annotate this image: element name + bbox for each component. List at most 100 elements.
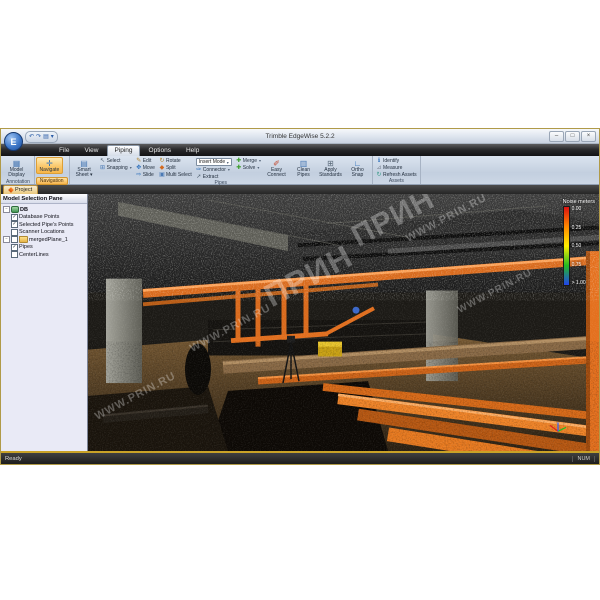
ribbon-button-smart-sheet[interactable]: ▤Smart Sheet ▾ (71, 157, 98, 179)
ribbon-group-body: ▤Smart Sheet ▾↖Select⊞Snapping▾✎Edit✥Mov… (71, 157, 371, 180)
split-icon: ◆ (159, 165, 165, 171)
chevron-down-icon: ▾ (130, 165, 132, 170)
ribbon-group-assets: ℹIdentify⊿Measure↻Refresh AssetsAssets (373, 156, 421, 184)
database-icon (11, 206, 19, 213)
ribbon-button-easy-connect[interactable]: ✐Easy Connect (263, 157, 290, 179)
checkbox[interactable] (11, 251, 18, 258)
tree-item-selected-pipe-s-points[interactable]: ✓Selected Pipe's Points (3, 221, 87, 229)
close-button[interactable]: × (581, 131, 596, 142)
ribbon-column: ✚Merge▾✚Solve▾ (234, 157, 263, 180)
tab-piping[interactable]: Piping (107, 145, 139, 156)
document-tab-strip: Project (1, 185, 599, 194)
expander-icon[interactable]: − (3, 206, 10, 213)
expander-icon[interactable]: − (3, 236, 10, 243)
ribbon-column: Insert Mode▾✑Connector▾➚Extract (194, 157, 234, 180)
ribbon-column: ✐Easy Connect (263, 157, 290, 180)
ribbon-button-split[interactable]: ◆Split (157, 164, 194, 171)
sidebar-header: Model Selection Pane (1, 194, 87, 204)
tree-item-db[interactable]: −DB (3, 206, 87, 214)
legend-tick: 0.00 (572, 206, 586, 212)
legend-tick: > 1.00 (572, 280, 586, 286)
ribbon-group-body: ℹIdentify⊿Measure↻Refresh Assets (374, 157, 419, 178)
tree-indent (3, 254, 10, 255)
button-label: Measure (383, 165, 402, 171)
ribbon-button-move[interactable]: ✥Move (134, 164, 157, 171)
tree-item-centerlines[interactable]: CenterLines (3, 251, 87, 259)
ribbon-button-select[interactable]: ↖Select (98, 157, 134, 164)
solve-icon: ✚ (236, 165, 242, 171)
tree-item-label: Scanner Locations (19, 229, 65, 235)
model-selection-pane: Model Selection Pane −DB✓Database Points… (1, 194, 88, 451)
move-icon: ✥ (136, 165, 142, 171)
viewport: ПРИНWWW.PRIN.RUПРИНWWW.PRIN.RUWWW.PRIN.R… (88, 194, 599, 451)
ribbon-button-edit[interactable]: ✎Edit (134, 157, 157, 164)
ribbon-button-navigate[interactable]: ✛Navigate (36, 157, 63, 174)
ribbon-button-multi-select[interactable]: ▣Multi Select (157, 171, 194, 178)
tree-item-label: Pipes (19, 244, 33, 250)
ribbon-column: ⊞Apply Standards (317, 157, 344, 180)
ribbon-button-measure[interactable]: ⊿Measure (374, 164, 419, 171)
button-label: Navigate (40, 168, 60, 173)
point-cloud-canvas[interactable] (88, 194, 599, 451)
ribbon-button-identify[interactable]: ℹIdentify (374, 157, 419, 164)
ribbon-group-body: ✛Navigate (36, 157, 68, 177)
tab-help[interactable]: Help (180, 146, 205, 156)
ribbon-group-annotation: ▦Model DisplayAnnotation (2, 156, 35, 184)
chevron-down-icon: ▾ (259, 158, 261, 163)
ribbon-button-solve[interactable]: ✚Solve▾ (234, 164, 263, 171)
status-message: Ready (5, 456, 22, 462)
select-icon: ↖ (100, 158, 106, 164)
checkbox[interactable] (11, 229, 18, 236)
checkbox[interactable]: ✓ (11, 214, 18, 221)
chevron-down-icon: ▾ (257, 165, 259, 170)
application-orb-button[interactable]: E (4, 132, 23, 151)
ribbon-button-model-display[interactable]: ▦Model Display (3, 157, 30, 179)
ribbon-column: ∟Ortho Snap (344, 157, 371, 180)
ribbon-button-rotate[interactable]: ↻Rotate (157, 157, 194, 164)
tree-indent (3, 232, 10, 233)
project-tab-icon (8, 187, 14, 193)
tab-file[interactable]: File (53, 146, 75, 156)
tab-view[interactable]: View (78, 146, 104, 156)
ribbon-button-clean-pipes[interactable]: ▥Clean Pipes (290, 157, 317, 179)
tab-options[interactable]: Options (143, 146, 177, 156)
num-lock-indicator: NUM (572, 456, 595, 462)
ribbon-button-merge[interactable]: ✚Merge▾ (234, 157, 263, 164)
tree-indent (3, 217, 10, 218)
ribbon-button-snapping[interactable]: ⊞Snapping▾ (98, 164, 134, 171)
ribbon-column: ↖Select⊞Snapping▾ (98, 157, 134, 180)
checkbox[interactable] (11, 236, 18, 243)
button-label: Edit (143, 158, 152, 164)
ribbon-button-apply-standards[interactable]: ⊞Apply Standards (317, 157, 344, 179)
measure-icon: ⊿ (376, 165, 382, 171)
group-label-text: Navigation (36, 177, 68, 185)
doc-tab-project[interactable]: Project (3, 185, 38, 194)
ribbon-button-refresh-assets[interactable]: ↻Refresh Assets (374, 171, 419, 178)
main-area: Model Selection Pane −DB✓Database Points… (1, 194, 599, 451)
insert-mode-combo[interactable]: Insert Mode▾ (196, 158, 232, 166)
checkbox[interactable]: ✓ (11, 244, 18, 251)
ribbon-group-label: Navigation (36, 177, 68, 184)
tree-item-pipes[interactable]: ✓Pipes (3, 244, 87, 252)
checkbox[interactable]: ✓ (11, 221, 18, 228)
maximize-button[interactable]: □ (565, 131, 580, 142)
tree-item-scanner-locations[interactable]: Scanner Locations (3, 229, 87, 237)
tree-indent (3, 224, 10, 225)
button-label: Easy Connect (264, 168, 289, 178)
snapping-icon: ⊞ (100, 165, 106, 171)
ribbon-column: ▤Smart Sheet ▾ (71, 157, 98, 180)
button-label: Ortho Snap (345, 168, 370, 178)
tree-item-label: Database Points (19, 214, 59, 220)
chevron-down-icon: ▾ (227, 160, 229, 165)
tree-item-label: Selected Pipe's Points (19, 222, 74, 228)
minimize-button[interactable]: – (549, 131, 564, 142)
tree-item-database-points[interactable]: ✓Database Points (3, 214, 87, 222)
button-label: Model Display (4, 168, 29, 178)
ribbon-button-connector[interactable]: ✑Connector▾ (194, 166, 234, 173)
tree-item-mergedplane-1[interactable]: −mergedPlane_1 (3, 236, 87, 244)
ribbon-button-ortho-snap[interactable]: ∟Ortho Snap (344, 157, 371, 179)
ribbon-button-extract[interactable]: ➚Extract (194, 173, 234, 180)
extract-icon: ➚ (196, 174, 202, 180)
ribbon-button-slide[interactable]: ⇨Slide (134, 171, 157, 178)
legend-tick: 0.75 (572, 262, 586, 268)
